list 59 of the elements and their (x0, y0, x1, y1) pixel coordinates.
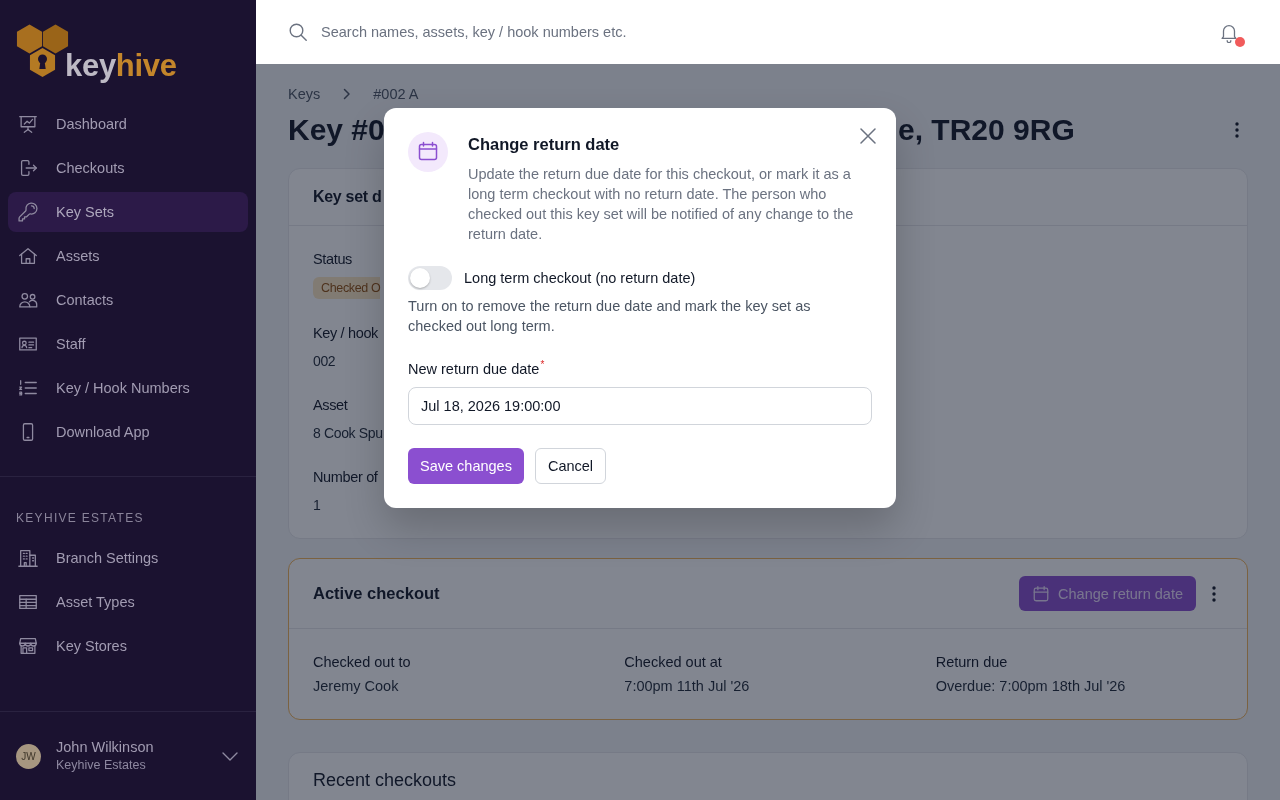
chevron-down-icon[interactable] (222, 751, 238, 761)
card-title: Active checkout (313, 584, 440, 603)
field-label: New return due date$^{*}$ (408, 359, 546, 379)
sidebar-nav-item[interactable]: Key / Hook Numbers (8, 368, 248, 408)
house-icon (17, 245, 39, 267)
field-value: Jeremy Cook (313, 677, 399, 696)
sidebar-nav-item[interactable]: Contacts (8, 280, 248, 320)
field-label: Key / hook (313, 324, 378, 343)
sidebar-nav-item[interactable]: Staff (8, 324, 248, 364)
field-value: 8 Cook Spu (313, 424, 383, 443)
user-name: John Wilkinson (56, 738, 154, 757)
help-text: Turn on to remove the return due date and mark the key set as checked out long term. (408, 297, 812, 336)
search-field[interactable]: Search names, assets, key / hook numbers etc. (321, 20, 961, 44)
toggle-switch[interactable] (408, 266, 452, 290)
page-title: Key #0 (288, 112, 384, 148)
modal-title: Change return date (468, 134, 620, 155)
field-label: Number of (313, 468, 378, 487)
field-value: 7:00pm 11th Jul '26 (624, 677, 750, 696)
card-title: Key set d (313, 188, 382, 206)
search-icon (289, 23, 307, 41)
field-label: Return due (935, 653, 1008, 672)
sidebar-nav-item[interactable]: Key Stores (8, 626, 248, 666)
field-label: Checked out to (313, 653, 411, 672)
building-icon (17, 547, 39, 569)
field-value: Overdue: 7:00pm 18th Jul '26 (935, 677, 1126, 696)
field-label: Checked out at (624, 653, 722, 672)
sidebar-nav-item[interactable]: Asset Types (8, 582, 248, 622)
sidebar-nav-item[interactable]: Dashboard (8, 104, 248, 144)
field-label: Asset (313, 396, 348, 415)
numbered-list-icon (17, 377, 39, 399)
card-title: Recent checkouts (313, 769, 458, 791)
chevron-right-icon (343, 88, 352, 100)
field-value: 002 (313, 352, 336, 371)
field-label: Status (313, 250, 352, 269)
kebab-menu-icon[interactable] (1235, 122, 1239, 138)
sidebar-nav-item[interactable]: Branch Settings (8, 538, 248, 578)
storefront-icon (17, 635, 39, 657)
sidebar-nav-item[interactable]: Assets (8, 236, 248, 276)
kebab-menu-icon[interactable] (1212, 585, 1216, 602)
page-title: e, TR20 9RG (898, 112, 1075, 148)
calendar-icon (408, 132, 448, 172)
cancel-button[interactable]: Cancel (534, 448, 607, 484)
field-value: 1 (313, 496, 321, 515)
close-icon[interactable] (860, 128, 876, 144)
date-input[interactable]: Jul 18, 2026 19:00:00 (408, 387, 872, 425)
save-button[interactable]: Save changes (408, 448, 524, 484)
modal-description: Update the return due date for this checkout, or mark it as a long term checkout with no return date. The person who checked out this key set will be notified of any change to the return date. (468, 165, 855, 244)
sidebar-nav-item[interactable]: Download App (8, 412, 248, 452)
logo-wordmark: keyhive (65, 50, 177, 82)
toggle-label: Long term checkout (no return date) (464, 270, 696, 286)
status-badge: Checked O (313, 277, 381, 299)
sidebar-section-heading: KEYHIVE ESTATES (15, 510, 145, 526)
key-icon (17, 201, 39, 223)
user-avatar: JW (16, 743, 41, 769)
calendar-icon (1032, 584, 1051, 603)
sidebar-nav-item[interactable]: Key Sets (8, 192, 248, 232)
chart-board-icon (17, 113, 39, 135)
sidebar-nav-item[interactable]: Checkouts (8, 148, 248, 188)
user-organization: Keyhive Estates (56, 757, 146, 774)
